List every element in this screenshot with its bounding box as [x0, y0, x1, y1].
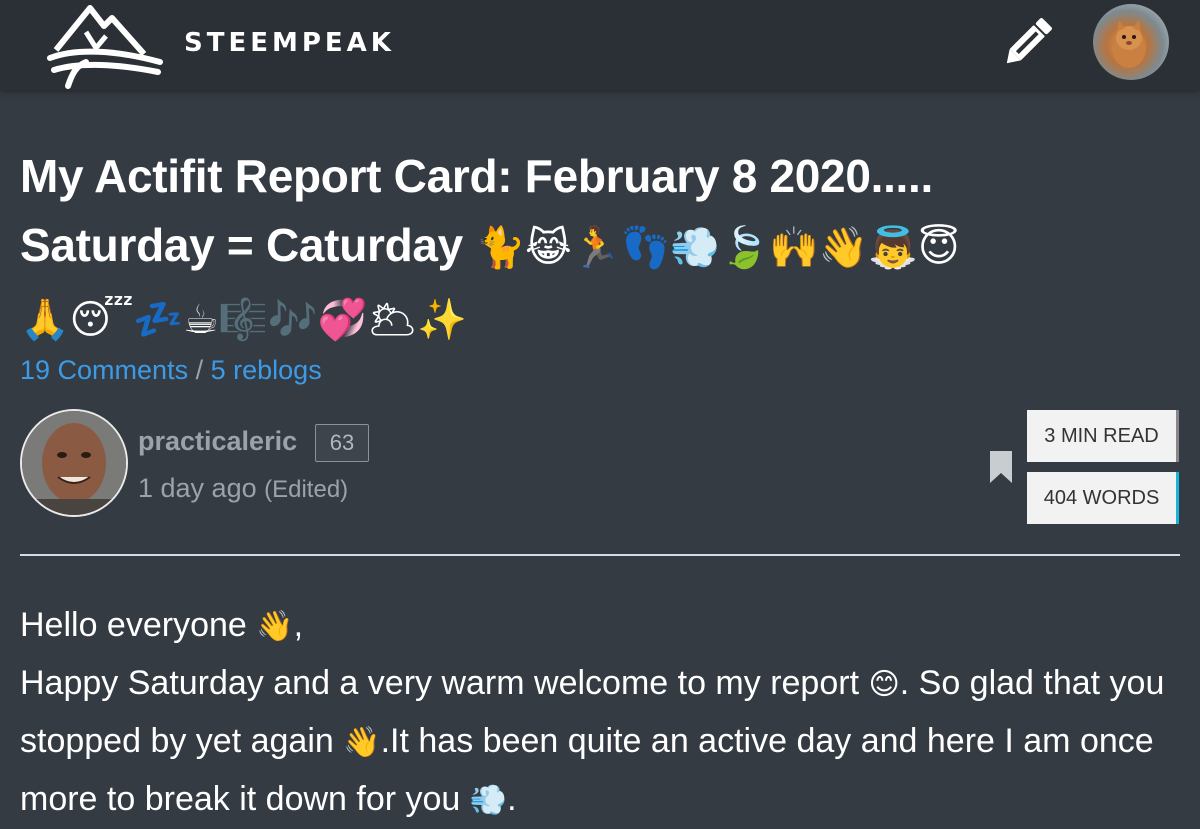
user-avatar[interactable] [1093, 4, 1169, 80]
reblogs-link[interactable]: 5 reblogs [211, 355, 322, 385]
mountain-waves-logo-icon[interactable] [46, 2, 164, 90]
bookmark-icon[interactable] [990, 451, 1012, 483]
post-content-area: My Actifit Report Card: February 8 2020.… [0, 90, 1200, 818]
title-line-2-text: Saturday = Caturday [20, 219, 463, 271]
post-body: Hello everyone 👋, Happy Saturday and a v… [20, 597, 1180, 829]
author-name[interactable]: practicaleric [138, 426, 297, 457]
title-emoji-row-2: 🙏😴💤☕🎼🎶💞🌥✨ [20, 297, 467, 343]
brand-name[interactable]: STEEMPEAK [184, 28, 395, 58]
title-line-1: My Actifit Report Card: February 8 2020.… [20, 150, 933, 202]
kitten-avatar-image [1112, 20, 1146, 68]
edited-label: (Edited) [264, 476, 349, 503]
content-divider [20, 554, 1180, 556]
smiling-face-emoji: 😊 [868, 667, 900, 702]
paragraph-end: . [507, 780, 517, 818]
stats-separator: / [195, 355, 204, 385]
dash-emoji: 💨 [469, 783, 508, 818]
post-age[interactable]: 1 day ago [138, 473, 257, 503]
author-photo [22, 411, 126, 515]
top-navigation-bar: STEEMPEAK [0, 0, 1200, 90]
comments-link[interactable]: 19 Comments [20, 355, 188, 385]
pencil-icon[interactable] [996, 12, 1060, 72]
author-avatar[interactable] [20, 409, 128, 517]
body-greeting: Hello everyone 👋, [20, 597, 1180, 655]
read-time-badge: 3 MIN READ [1027, 410, 1179, 462]
body-paragraph: Happy Saturday and a very warm welcome t… [20, 655, 1180, 829]
post-timestamp: 1 day ago (Edited) [138, 473, 348, 504]
post-title: My Actifit Report Card: February 8 2020.… [20, 142, 1170, 355]
reputation-badge: 63 [315, 424, 369, 462]
title-emoji-row-1: 🐈😹🏃👣💨🍃🙌👋👼😇 [475, 225, 960, 271]
greeting-comma: , [293, 606, 304, 644]
waving-hand-emoji-2: 👋 [343, 725, 381, 760]
paragraph-part-1: Happy Saturday and a very warm welcome t… [20, 664, 860, 702]
word-count-badge: 404 WORDS [1027, 472, 1179, 524]
waving-hand-emoji: 👋 [256, 609, 294, 644]
greeting-text: Hello everyone [20, 606, 247, 644]
post-stats-links: 19 Comments / 5 reblogs [20, 355, 322, 386]
